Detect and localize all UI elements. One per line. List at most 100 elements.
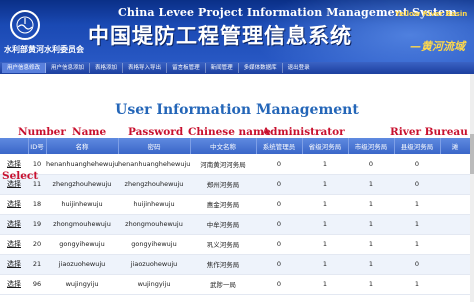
table-row: 选择 96 wujingyiju wujingyiju 武陟一局 0 1 1 1: [0, 274, 470, 295]
cell-truncated: [440, 174, 470, 195]
cell-id: 20: [28, 234, 46, 255]
cell-city-bureau: 0: [348, 154, 394, 175]
basin-label-english: Yellow River Basin: [395, 10, 468, 18]
cell-city-bureau: 1: [348, 254, 394, 275]
table-row: 选择 10 henanhuanghehewuju henanhuanghehew…: [0, 154, 470, 175]
cell-id: 21: [28, 254, 46, 275]
cell-truncated: [440, 154, 470, 175]
cell-password: zhengzhouhewuju: [118, 174, 190, 195]
annotation-river-bureau: River Bureau: [390, 126, 468, 138]
cell-chinese-name: 河南黄河河务局: [190, 154, 256, 175]
annotation-chinese-name: Chinese name: [188, 126, 271, 138]
user-table: ID号 名称 密码 中文名称 系统管理员 省级河务局 市级河务局 县级河务局 滩…: [0, 138, 471, 295]
annotation-select: Select: [2, 170, 39, 182]
nav-item-user-info-add[interactable]: 用户信息添加: [46, 63, 91, 73]
cell-chinese-name: 武陟一局: [190, 274, 256, 295]
organization-name: 水利部黄河水利委员会: [4, 45, 84, 54]
cell-name: zhongmouhewuju: [46, 214, 118, 235]
cell-county-bureau: 1: [394, 214, 440, 235]
scrollbar-thumb[interactable]: [470, 134, 474, 174]
header-password[interactable]: 密码: [118, 138, 191, 154]
select-link[interactable]: 选择: [7, 160, 21, 168]
cell-chinese-name: 惠金河务局: [190, 194, 256, 215]
cell-password: huijinhewuju: [118, 194, 190, 215]
cell-county-bureau: 1: [394, 274, 440, 295]
cell-province-bureau: 1: [302, 194, 348, 215]
cell-city-bureau: 1: [348, 274, 394, 295]
cell-password: jiaozuohewuju: [118, 254, 190, 275]
cell-id: 18: [28, 194, 46, 215]
select-link[interactable]: 选择: [7, 240, 21, 248]
table-header-row: ID号 名称 密码 中文名称 系统管理员 省级河务局 市级河务局 县级河务局 滩: [0, 138, 471, 154]
cell-province-bureau: 1: [302, 214, 348, 235]
cell-name: gongyihewuju: [46, 234, 118, 255]
cell-chinese-name: 巩义河务局: [190, 234, 256, 255]
nav-item-news[interactable]: 新闻管理: [206, 63, 239, 73]
basin-subtitle-chinese: —黄河流域: [410, 40, 465, 53]
annotation-number: Number: [18, 126, 66, 138]
page-title: User Information Management: [115, 102, 359, 118]
header-chinese-name[interactable]: 中文名称: [190, 138, 257, 154]
annotation-administrator: Administrator: [262, 126, 345, 138]
cell-truncated: [440, 214, 470, 235]
main-nav: 用户信息修改 用户信息添加 表格添加 表格导入导出 留言板管理 新闻管理 多媒体…: [0, 62, 474, 74]
header-truncated[interactable]: 滩: [440, 138, 471, 154]
cell-truncated: [440, 194, 470, 215]
select-link[interactable]: 选择: [7, 200, 21, 208]
select-link[interactable]: 选择: [7, 220, 21, 228]
nav-item-multimedia-db[interactable]: 多媒体数据库: [239, 63, 283, 73]
cell-system-admin: 0: [256, 174, 302, 195]
annotation-password: Password: [128, 126, 184, 138]
system-title-chinese: 中国堤防工程管理信息系统: [88, 23, 352, 48]
cell-county-bureau: 1: [394, 194, 440, 215]
cell-chinese-name: 焦作河务局: [190, 254, 256, 275]
cell-city-bureau: 1: [348, 214, 394, 235]
cell-name: henanhuanghehewuju: [46, 154, 118, 175]
cell-password: wujingyiju: [118, 274, 190, 295]
nav-item-message-board[interactable]: 留言板管理: [167, 63, 206, 73]
select-link[interactable]: 选择: [7, 280, 21, 288]
cell-truncated: [440, 234, 470, 255]
cell-password: gongyihewuju: [118, 234, 190, 255]
nav-item-table-add[interactable]: 表格添加: [90, 63, 124, 73]
cell-chinese-name: 郑州河务局: [190, 174, 256, 195]
cell-id: 19: [28, 214, 46, 235]
annotation-name: Name: [72, 126, 107, 138]
select-link[interactable]: 选择: [7, 260, 21, 268]
cell-name: wujingyiju: [46, 274, 118, 295]
cell-province-bureau: 1: [302, 254, 348, 275]
cell-province-bureau: 1: [302, 234, 348, 255]
cell-city-bureau: 1: [348, 194, 394, 215]
emblem-logo-icon: [10, 10, 40, 40]
table-row: 选择 18 huijinhewuju huijinhewuju 惠金河务局 0 …: [0, 194, 470, 215]
cell-system-admin: 0: [256, 214, 302, 235]
vertical-scrollbar[interactable]: [470, 74, 474, 302]
cell-name: zhengzhouhewuju: [46, 174, 118, 195]
nav-item-logout[interactable]: 退出登录: [283, 63, 315, 73]
table-row: 选择 19 zhongmouhewuju zhongmouhewuju 中牟河务…: [0, 214, 470, 235]
cell-province-bureau: 1: [302, 154, 348, 175]
cell-county-bureau: 0: [394, 254, 440, 275]
header-county-bureau[interactable]: 县级河务局: [394, 138, 441, 154]
cell-city-bureau: 1: [348, 174, 394, 195]
cell-password: henanhuanghehewuju: [118, 154, 190, 175]
cell-county-bureau: 1: [394, 234, 440, 255]
header-banner: China Levee Project Information Manageme…: [0, 0, 474, 62]
header-id[interactable]: ID号: [28, 138, 47, 154]
header-system-admin[interactable]: 系统管理员: [256, 138, 303, 154]
cell-county-bureau: 0: [394, 154, 440, 175]
cell-system-admin: 0: [256, 234, 302, 255]
header-city-bureau[interactable]: 市级河务局: [348, 138, 395, 154]
cell-chinese-name: 中牟河务局: [190, 214, 256, 235]
table-row: 选择 21 jiaozuohewuju jiaozuohewuju 焦作河务局 …: [0, 254, 470, 275]
header-province-bureau[interactable]: 省级河务局: [302, 138, 349, 154]
nav-item-table-import-export[interactable]: 表格导入导出: [123, 63, 168, 73]
header-name[interactable]: 名称: [46, 138, 119, 154]
cell-system-admin: 0: [256, 194, 302, 215]
nav-item-user-info-edit[interactable]: 用户信息修改: [2, 63, 47, 73]
table-row: 选择 11 zhengzhouhewuju zhengzhouhewuju 郑州…: [0, 174, 470, 195]
cell-name: huijinhewuju: [46, 194, 118, 215]
cell-province-bureau: 1: [302, 274, 348, 295]
cell-name: jiaozuohewuju: [46, 254, 118, 275]
cell-province-bureau: 1: [302, 174, 348, 195]
